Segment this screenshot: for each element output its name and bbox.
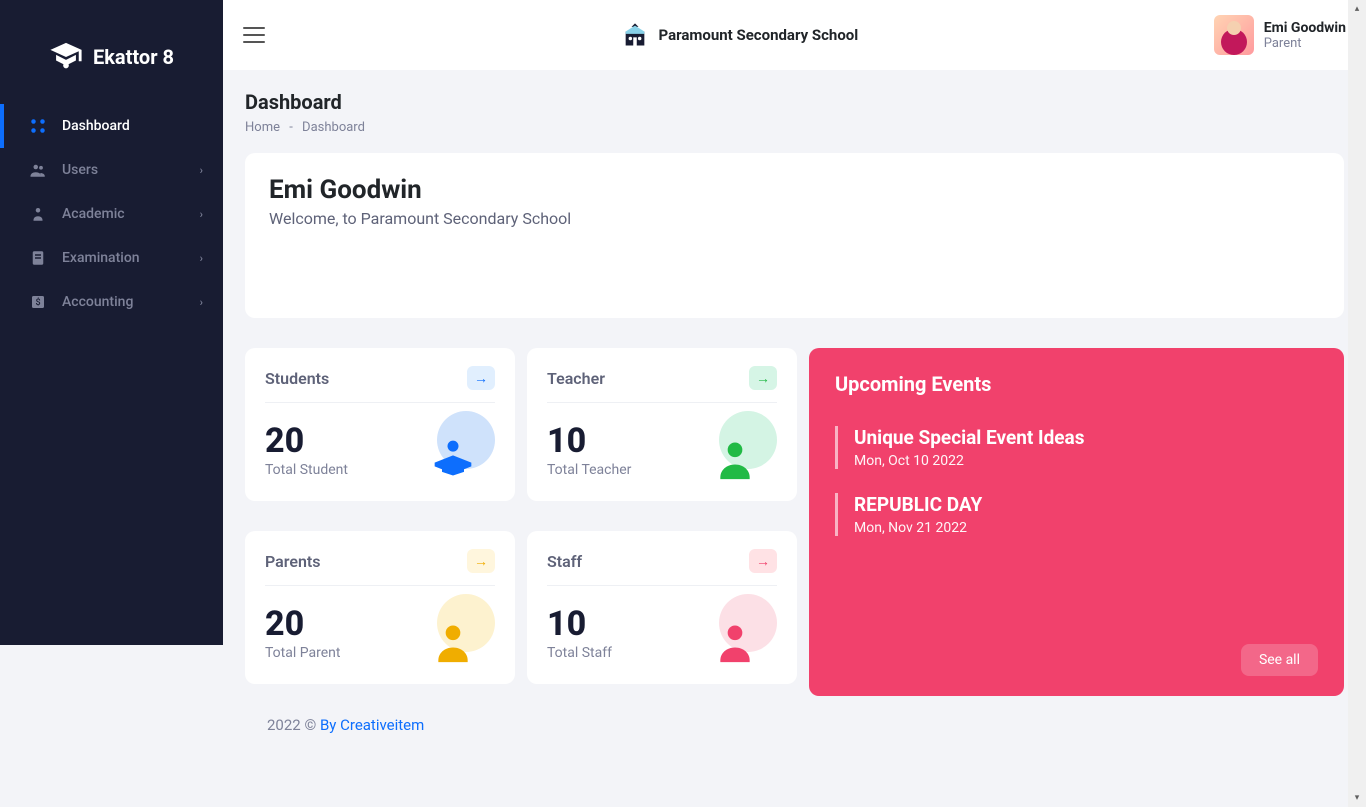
- top-header: Paramount Secondary School Emi Goodwin P…: [223, 0, 1366, 70]
- welcome-message: Welcome, to Paramount Secondary School: [269, 209, 1320, 228]
- breadcrumb-separator: -: [289, 120, 293, 135]
- welcome-user-name: Emi Goodwin: [269, 175, 1320, 205]
- footer-copyright: 2022 ©: [267, 716, 320, 734]
- user-name: Emi Goodwin: [1264, 20, 1346, 36]
- see-all-button[interactable]: See all: [1241, 644, 1318, 676]
- stat-value: 20: [265, 607, 340, 641]
- scroll-up-icon[interactable]: ▴: [1348, 0, 1366, 18]
- vertical-scrollbar[interactable]: ▴ ▾: [1348, 0, 1366, 807]
- student-icon: [423, 421, 495, 481]
- sidebar-item-academic[interactable]: Academic ›: [0, 192, 223, 236]
- upcoming-events-card: Upcoming Events Unique Special Event Ide…: [809, 348, 1344, 696]
- stat-card-students: Students → 20 Total Student: [245, 348, 515, 501]
- stat-value: 10: [547, 607, 612, 641]
- graduation-cap-icon: [49, 40, 83, 74]
- event-item[interactable]: REPUBLIC DAY Mon, Nov 21 2022: [835, 493, 1318, 536]
- chevron-right-icon: ›: [200, 164, 203, 177]
- teacher-icon: [705, 421, 777, 481]
- arrow-right-icon[interactable]: →: [467, 549, 495, 573]
- content: Dashboard Home - Dashboard Emi Goodwin W…: [223, 70, 1366, 807]
- school-name: Paramount Secondary School: [659, 26, 859, 44]
- main-area: Paramount Secondary School Emi Goodwin P…: [223, 0, 1366, 807]
- events-title: Upcoming Events: [835, 372, 1318, 396]
- chevron-right-icon: ›: [200, 296, 203, 309]
- users-icon: [28, 160, 48, 180]
- event-date: Mon, Nov 21 2022: [854, 520, 1318, 536]
- stat-title: Teacher: [547, 369, 605, 388]
- footer: 2022 © By Creativeitem: [245, 696, 1344, 758]
- sidebar-item-dashboard[interactable]: Dashboard: [0, 104, 223, 148]
- staff-icon: [705, 604, 777, 664]
- grid-icon: [28, 116, 48, 136]
- stat-value: 20: [265, 424, 348, 458]
- stat-card-teacher: Teacher → 10 Total Teacher: [527, 348, 797, 501]
- brand-logo[interactable]: Ekattor 8: [0, 0, 223, 104]
- sidebar-item-label: Accounting: [62, 294, 133, 310]
- stat-label: Total Staff: [547, 645, 612, 661]
- stat-label: Total Parent: [265, 645, 340, 661]
- school-badge: Paramount Secondary School: [621, 21, 859, 49]
- event-name: REPUBLIC DAY: [854, 493, 1318, 516]
- sidebar-item-label: Examination: [62, 250, 140, 266]
- avatar: [1214, 15, 1254, 55]
- breadcrumb-current: Dashboard: [302, 120, 365, 135]
- stat-label: Total Student: [265, 462, 348, 478]
- sidebar-item-examination[interactable]: Examination ›: [0, 236, 223, 280]
- stat-title: Staff: [547, 552, 582, 571]
- user-role: Parent: [1264, 36, 1346, 51]
- academic-icon: [28, 204, 48, 224]
- stat-card-staff: Staff → 10 Total Staff: [527, 531, 797, 684]
- stat-card-parents: Parents → 20 Total Parent: [245, 531, 515, 684]
- arrow-right-icon[interactable]: →: [467, 366, 495, 390]
- sidebar-item-label: Users: [62, 162, 98, 178]
- breadcrumb: Home - Dashboard: [245, 120, 1344, 135]
- scroll-down-icon[interactable]: ▾: [1348, 789, 1366, 807]
- sidebar-item-label: Academic: [62, 206, 125, 222]
- brand-name: Ekattor 8: [93, 45, 174, 69]
- arrow-right-icon[interactable]: →: [749, 549, 777, 573]
- accounting-icon: $: [28, 292, 48, 312]
- parent-icon: [423, 604, 495, 664]
- chevron-right-icon: ›: [200, 252, 203, 265]
- chevron-right-icon: ›: [200, 208, 203, 221]
- stat-title: Parents: [265, 552, 321, 571]
- exam-icon: [28, 248, 48, 268]
- event-item[interactable]: Unique Special Event Ideas Mon, Oct 10 2…: [835, 426, 1318, 469]
- breadcrumb-home[interactable]: Home: [245, 120, 280, 135]
- svg-text:$: $: [35, 297, 40, 308]
- school-icon: [621, 21, 649, 49]
- event-name: Unique Special Event Ideas: [854, 426, 1318, 449]
- sidebar-item-accounting[interactable]: $ Accounting ›: [0, 280, 223, 324]
- footer-link[interactable]: By Creativeitem: [320, 716, 424, 734]
- event-date: Mon, Oct 10 2022: [854, 453, 1318, 469]
- stat-label: Total Teacher: [547, 462, 631, 478]
- welcome-card: Emi Goodwin Welcome, to Paramount Second…: [245, 153, 1344, 318]
- sidebar-item-users[interactable]: Users ›: [0, 148, 223, 192]
- arrow-right-icon[interactable]: →: [749, 366, 777, 390]
- stat-value: 10: [547, 424, 631, 458]
- menu-toggle-button[interactable]: [243, 27, 265, 43]
- sidebar: Ekattor 8 Dashboard Users › Academic › E…: [0, 0, 223, 645]
- user-menu[interactable]: Emi Goodwin Parent: [1214, 15, 1346, 55]
- page-title: Dashboard: [245, 90, 1344, 114]
- stat-title: Students: [265, 369, 329, 388]
- sidebar-item-label: Dashboard: [62, 118, 130, 134]
